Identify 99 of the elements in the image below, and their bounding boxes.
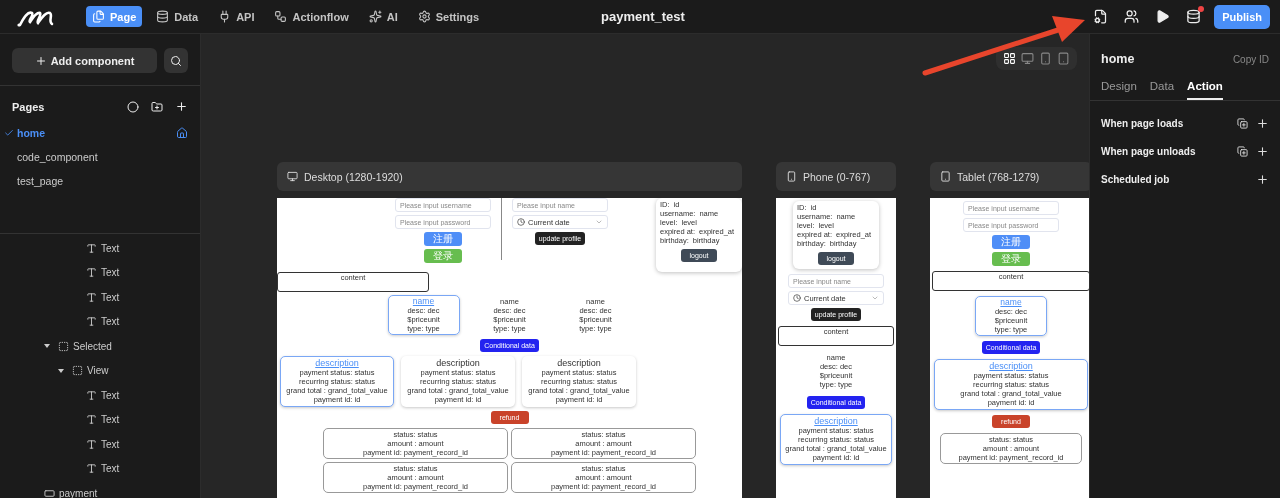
grid-icon[interactable]: [1002, 51, 1017, 66]
project-title: payment_test: [601, 9, 685, 24]
tree-item[interactable]: Text: [0, 260, 200, 285]
payment-title: description: [314, 358, 360, 368]
text-icon: [86, 414, 97, 426]
text-icon: [86, 316, 97, 328]
text-icon: [86, 463, 97, 475]
event-label: When page unloads: [1101, 145, 1197, 157]
pages-heading: Pages: [12, 100, 46, 113]
plus-icon: [34, 54, 47, 67]
check-icon: [4, 128, 14, 138]
text-icon: [86, 291, 97, 303]
phone-icon: [786, 171, 797, 182]
copy-plus-icon[interactable]: [1237, 117, 1248, 129]
tree-item[interactable]: View: [0, 358, 200, 383]
payment-title: description: [556, 358, 602, 368]
frame-title: Tablet (768-1279): [957, 170, 1040, 183]
tree-item[interactable]: Text: [0, 407, 200, 432]
add-component-button[interactable]: Add component: [12, 48, 157, 73]
frame-title: Desktop (1280-1920): [304, 170, 403, 183]
copy-plus-icon[interactable]: [1237, 145, 1248, 157]
event-label: Scheduled job: [1101, 173, 1171, 185]
button-icon: [44, 487, 55, 498]
tree-item[interactable]: Text: [0, 236, 200, 261]
panel-tab[interactable]: Design: [1101, 78, 1137, 100]
monitor-icon[interactable]: [1020, 51, 1035, 66]
tree-item[interactable]: Selected: [0, 334, 200, 359]
container-icon: [58, 340, 69, 352]
circle-icon[interactable]: [127, 100, 139, 113]
container-icon: [72, 365, 83, 377]
tree-item[interactable]: Text: [0, 285, 200, 310]
frame-title: Phone (0-767): [803, 170, 871, 183]
tree-label: Text: [101, 267, 120, 279]
text-icon: [86, 438, 97, 450]
copy-id-button[interactable]: Copy ID: [1232, 53, 1269, 65]
event-label: When page loads: [1101, 117, 1185, 129]
chevron-down-icon: [871, 294, 879, 302]
tree-label: Text: [101, 291, 120, 303]
database-icon: [156, 10, 170, 23]
page-title: home: [1101, 52, 1135, 66]
tree-label: Text: [101, 316, 120, 328]
text-icon: [86, 389, 97, 401]
nav-tab[interactable]: API: [212, 6, 261, 27]
text-icon: [86, 267, 97, 279]
text-icon: [86, 242, 97, 254]
tree-item[interactable]: payment: [0, 481, 200, 498]
phone-icon[interactable]: [1038, 51, 1053, 66]
users-icon[interactable]: [1124, 9, 1140, 24]
nav-tab[interactable]: Data: [150, 6, 205, 27]
payment-title: description: [813, 416, 859, 426]
page-name: code_component: [17, 151, 99, 163]
pages-icon: [92, 10, 105, 23]
tree-label: View: [87, 365, 109, 377]
chevron-down-icon: [595, 218, 603, 226]
tree-label: Text: [101, 242, 120, 254]
clock-icon: [793, 294, 801, 302]
tree-label: Text: [101, 389, 120, 401]
folder-plus-icon[interactable]: [151, 100, 163, 113]
tree-label: Selected: [73, 340, 112, 352]
tree-item[interactable]: Text: [0, 383, 200, 408]
flow-icon: [274, 10, 288, 23]
page-name: test_page: [17, 175, 65, 187]
tree-item[interactable]: Text: [0, 456, 200, 481]
add-icon[interactable]: [1256, 144, 1269, 158]
play-icon[interactable]: [1155, 9, 1171, 24]
nav-tab[interactable]: Actionflow: [268, 6, 355, 27]
search-icon: [170, 54, 182, 67]
sparkle-icon: [368, 10, 382, 23]
nav-tab[interactable]: Settings: [411, 6, 486, 27]
search-button[interactable]: [164, 48, 188, 73]
add-icon[interactable]: [1256, 172, 1269, 186]
monitor-icon: [287, 171, 298, 182]
add-icon[interactable]: [1256, 116, 1269, 130]
tree-label: payment: [59, 487, 98, 498]
tree-item[interactable]: Text: [0, 432, 200, 457]
nav-tab[interactable]: AI: [362, 6, 404, 27]
product-name: name: [999, 298, 1023, 307]
caret-icon[interactable]: [58, 368, 64, 373]
caret-icon[interactable]: [44, 344, 50, 349]
settings-icon: [417, 10, 431, 23]
page-item[interactable]: test_page: [0, 169, 200, 193]
page-item[interactable]: code_component: [0, 145, 200, 169]
page-item[interactable]: home: [0, 121, 200, 145]
page-name: home: [17, 127, 46, 139]
database-icon[interactable]: [1186, 9, 1202, 24]
product-name: name: [411, 297, 436, 306]
tree-label: Text: [101, 438, 120, 450]
clock-icon: [517, 218, 525, 226]
tree-label: Text: [101, 414, 120, 426]
add-icon[interactable]: [175, 100, 188, 113]
payment-title: description: [988, 361, 1034, 371]
panel-tab[interactable]: Action: [1187, 78, 1223, 100]
page-settings-icon[interactable]: [1093, 9, 1109, 24]
payment-title: description: [435, 358, 481, 368]
panel-tab[interactable]: Data: [1149, 78, 1175, 100]
tree-label: Text: [101, 463, 120, 475]
tablet-icon: [940, 171, 951, 182]
tree-item[interactable]: Text: [0, 309, 200, 334]
tablet-icon[interactable]: [1056, 51, 1071, 66]
